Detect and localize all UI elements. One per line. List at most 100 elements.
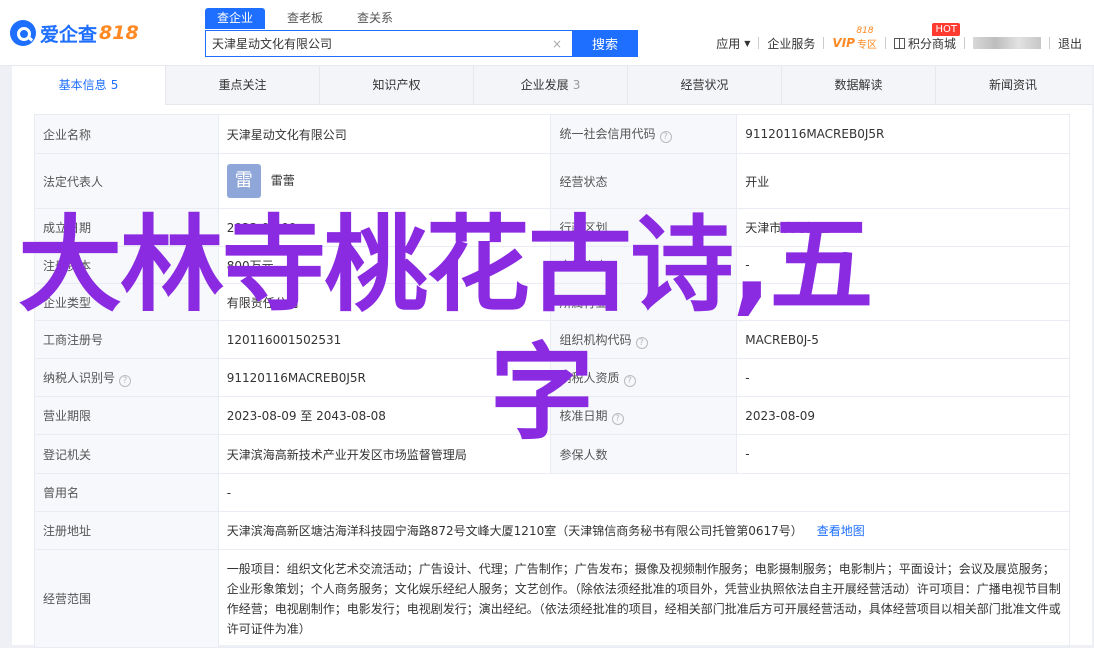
- user-name[interactable]: [965, 37, 1049, 49]
- field-label: 纳税人资质?: [550, 358, 738, 397]
- vip-sub-label: 专区: [856, 39, 877, 51]
- tab-count: 3: [572, 78, 581, 92]
- registered-capital-value: 800万元: [217, 246, 552, 284]
- address-value: 天津滨海高新区塘沽海洋科技园宁海路872号文峰大厦1210室（天津锦信商务秘书有…: [226, 524, 803, 538]
- field-label: 组织机构代码?: [550, 320, 738, 359]
- field-label: 登记机关: [34, 434, 219, 474]
- table-row: 登记机关 天津滨海高新技术产业开发区市场监督管理局 参保人数 -: [34, 434, 1070, 474]
- search-type-tabs: 查企业 查老板 查关系: [205, 8, 415, 29]
- search-box: ×: [205, 30, 572, 57]
- status-value: 开业: [736, 153, 1070, 209]
- field-label: 企业名称: [34, 114, 219, 154]
- legal-rep-name[interactable]: 雷蕾: [271, 174, 295, 188]
- help-icon[interactable]: ?: [659, 131, 672, 143]
- registration-authority-value: 天津滨海高新技术产业开发区市场监督管理局: [217, 434, 552, 474]
- tax-id-value: 91120116MACREB0J5R: [217, 358, 552, 397]
- table-row: 营业期限 2023-08-09 至 2043-08-08 核准日期? 2023-…: [34, 396, 1070, 435]
- table-row: 企业类型 有限责任公司 所属行业 -: [34, 283, 1070, 321]
- tab-news[interactable]: 新闻资讯: [936, 66, 1090, 105]
- clear-icon[interactable]: ×: [550, 37, 564, 51]
- field-label: 经营状态: [550, 153, 738, 209]
- search-tab-relation[interactable]: 查关系: [345, 8, 405, 29]
- nav-app[interactable]: 应用 ▼: [708, 35, 758, 52]
- table-row: 曾用名 -: [34, 473, 1071, 512]
- business-term-value: 2023-08-09 至 2043-08-08: [217, 396, 552, 435]
- search-tab-company[interactable]: 查企业: [205, 8, 266, 29]
- logo-icon: [10, 20, 36, 46]
- tax-qualification-value: -: [736, 358, 1070, 397]
- tab-label: 企业发展: [520, 78, 569, 92]
- field-label: 企业类型: [34, 283, 219, 321]
- tab-development[interactable]: 企业发展 3: [474, 66, 628, 105]
- field-label: 行政区划: [550, 208, 738, 247]
- tab-data-insight[interactable]: 数据解读: [782, 66, 936, 105]
- table-row: 工商注册号 120116001502531 组织机构代码? MACREB0J-5: [34, 320, 1070, 359]
- table-row: 成立日期 2023-08-09 行政区划 天津市滨海新区: [34, 208, 1070, 247]
- address-cell: 天津滨海高新区塘沽海洋科技园宁海路872号文峰大厦1210室（天津锦信商务秘书有…: [217, 511, 1071, 550]
- tab-count: 5: [110, 78, 119, 92]
- field-label: 曾用名: [34, 473, 219, 512]
- tab-key-attention[interactable]: 重点关注: [166, 66, 320, 105]
- search-tab-boss[interactable]: 查老板: [275, 8, 335, 29]
- field-label: 营业期限: [34, 396, 219, 435]
- table-row: 经营范围 一般项目：组织文化艺术交流活动；广告设计、代理；广告制作；广告发布；摄…: [34, 549, 1071, 648]
- avatar: 雷: [226, 164, 261, 198]
- field-label: 核准日期?: [550, 396, 738, 435]
- help-icon[interactable]: ?: [119, 374, 132, 387]
- tab-basic-info[interactable]: 基本信息 5: [12, 66, 166, 105]
- nav-points[interactable]: 积分商城 HOT: [886, 22, 964, 52]
- approval-date-value: 2023-08-09: [736, 396, 1070, 435]
- search-button[interactable]: 搜索: [572, 30, 638, 57]
- help-icon[interactable]: ?: [611, 412, 624, 425]
- main-panel: 基本信息 5 重点关注 知识产权 企业发展 3 经营状况 数据解读 新闻资讯 企业名…: [12, 66, 1092, 648]
- table-row: 企业名称 天津星动文化有限公司 统一社会信用代码? 91120116MACREB…: [34, 114, 1070, 154]
- field-label-text: 统一社会信用代码: [559, 127, 656, 141]
- field-label-text: 纳税人识别号: [43, 370, 116, 385]
- field-label: 注册地址: [34, 511, 219, 550]
- logo-text: 爱企查: [40, 23, 98, 46]
- field-label: 法定代表人: [34, 153, 219, 209]
- table-row: 注册地址 天津滨海高新区塘沽海洋科技园宁海路872号文峰大厦1210室（天津锦信…: [34, 511, 1071, 550]
- logout-link[interactable]: 退出: [1050, 35, 1090, 52]
- field-label: 纳税人识别号?: [34, 358, 219, 397]
- field-label-text: 组织机构代码: [559, 332, 632, 347]
- field-label: 所属行业: [550, 283, 738, 321]
- tab-label: 经营状况: [680, 78, 729, 92]
- tab-label: 新闻资讯: [988, 78, 1037, 92]
- table-row: 法定代表人 雷雷蕾 经营状态 开业: [34, 153, 1070, 209]
- top-nav: 应用 ▼ 企业服务 818 VIP 专区 积分商城 HOT 退出: [708, 22, 1090, 54]
- nav-service[interactable]: 企业服务: [759, 35, 823, 52]
- field-label: 注册资本: [34, 246, 219, 284]
- tab-label: 知识产权: [372, 78, 421, 92]
- hot-badge: HOT: [932, 22, 960, 36]
- top-header: 爱企查 818 查企业 查老板 查关系 × 搜索 应用 ▼ 企业服务 818 V…: [0, 0, 1094, 66]
- help-icon[interactable]: ?: [635, 336, 648, 349]
- legal-rep-cell: 雷雷蕾: [217, 153, 552, 209]
- org-code-value: MACREB0J-5: [736, 320, 1070, 359]
- field-label: 统一社会信用代码?: [550, 114, 738, 154]
- field-label: 工商注册号: [34, 320, 219, 359]
- vip-label: VIP: [832, 36, 855, 50]
- avatar: [972, 37, 1041, 49]
- tab-operation[interactable]: 经营状况: [628, 66, 782, 105]
- established-date-value: 2023-08-09: [217, 208, 552, 247]
- field-label: 实缴资本: [550, 246, 738, 284]
- tab-label: 数据解读: [834, 78, 883, 92]
- region-value: 天津市滨海新区: [736, 208, 1070, 247]
- nav-vip[interactable]: 818 VIP 专区: [824, 26, 885, 51]
- nav-app-label: 应用: [716, 36, 741, 51]
- tab-label: 基本信息: [58, 78, 107, 92]
- paid-capital-value: -: [736, 246, 1070, 284]
- view-map-link[interactable]: 查看地图: [817, 524, 865, 538]
- logo-818: 818: [99, 22, 139, 44]
- help-icon[interactable]: ?: [623, 374, 636, 387]
- detail-tabs: 基本信息 5 重点关注 知识产权 企业发展 3 经营状况 数据解读 新闻资讯: [12, 66, 1092, 105]
- vip-818-badge: 818: [856, 25, 874, 36]
- credit-code-value: 91120116MACREB0J5R: [736, 114, 1070, 154]
- search-input[interactable]: [206, 31, 550, 56]
- logo[interactable]: 爱企查 818: [10, 20, 139, 46]
- company-type-value: 有限责任公司: [217, 283, 552, 321]
- field-label: 经营范围: [34, 549, 219, 648]
- table-row: 注册资本 800万元 实缴资本 -: [34, 246, 1070, 284]
- tab-ip[interactable]: 知识产权: [320, 66, 474, 105]
